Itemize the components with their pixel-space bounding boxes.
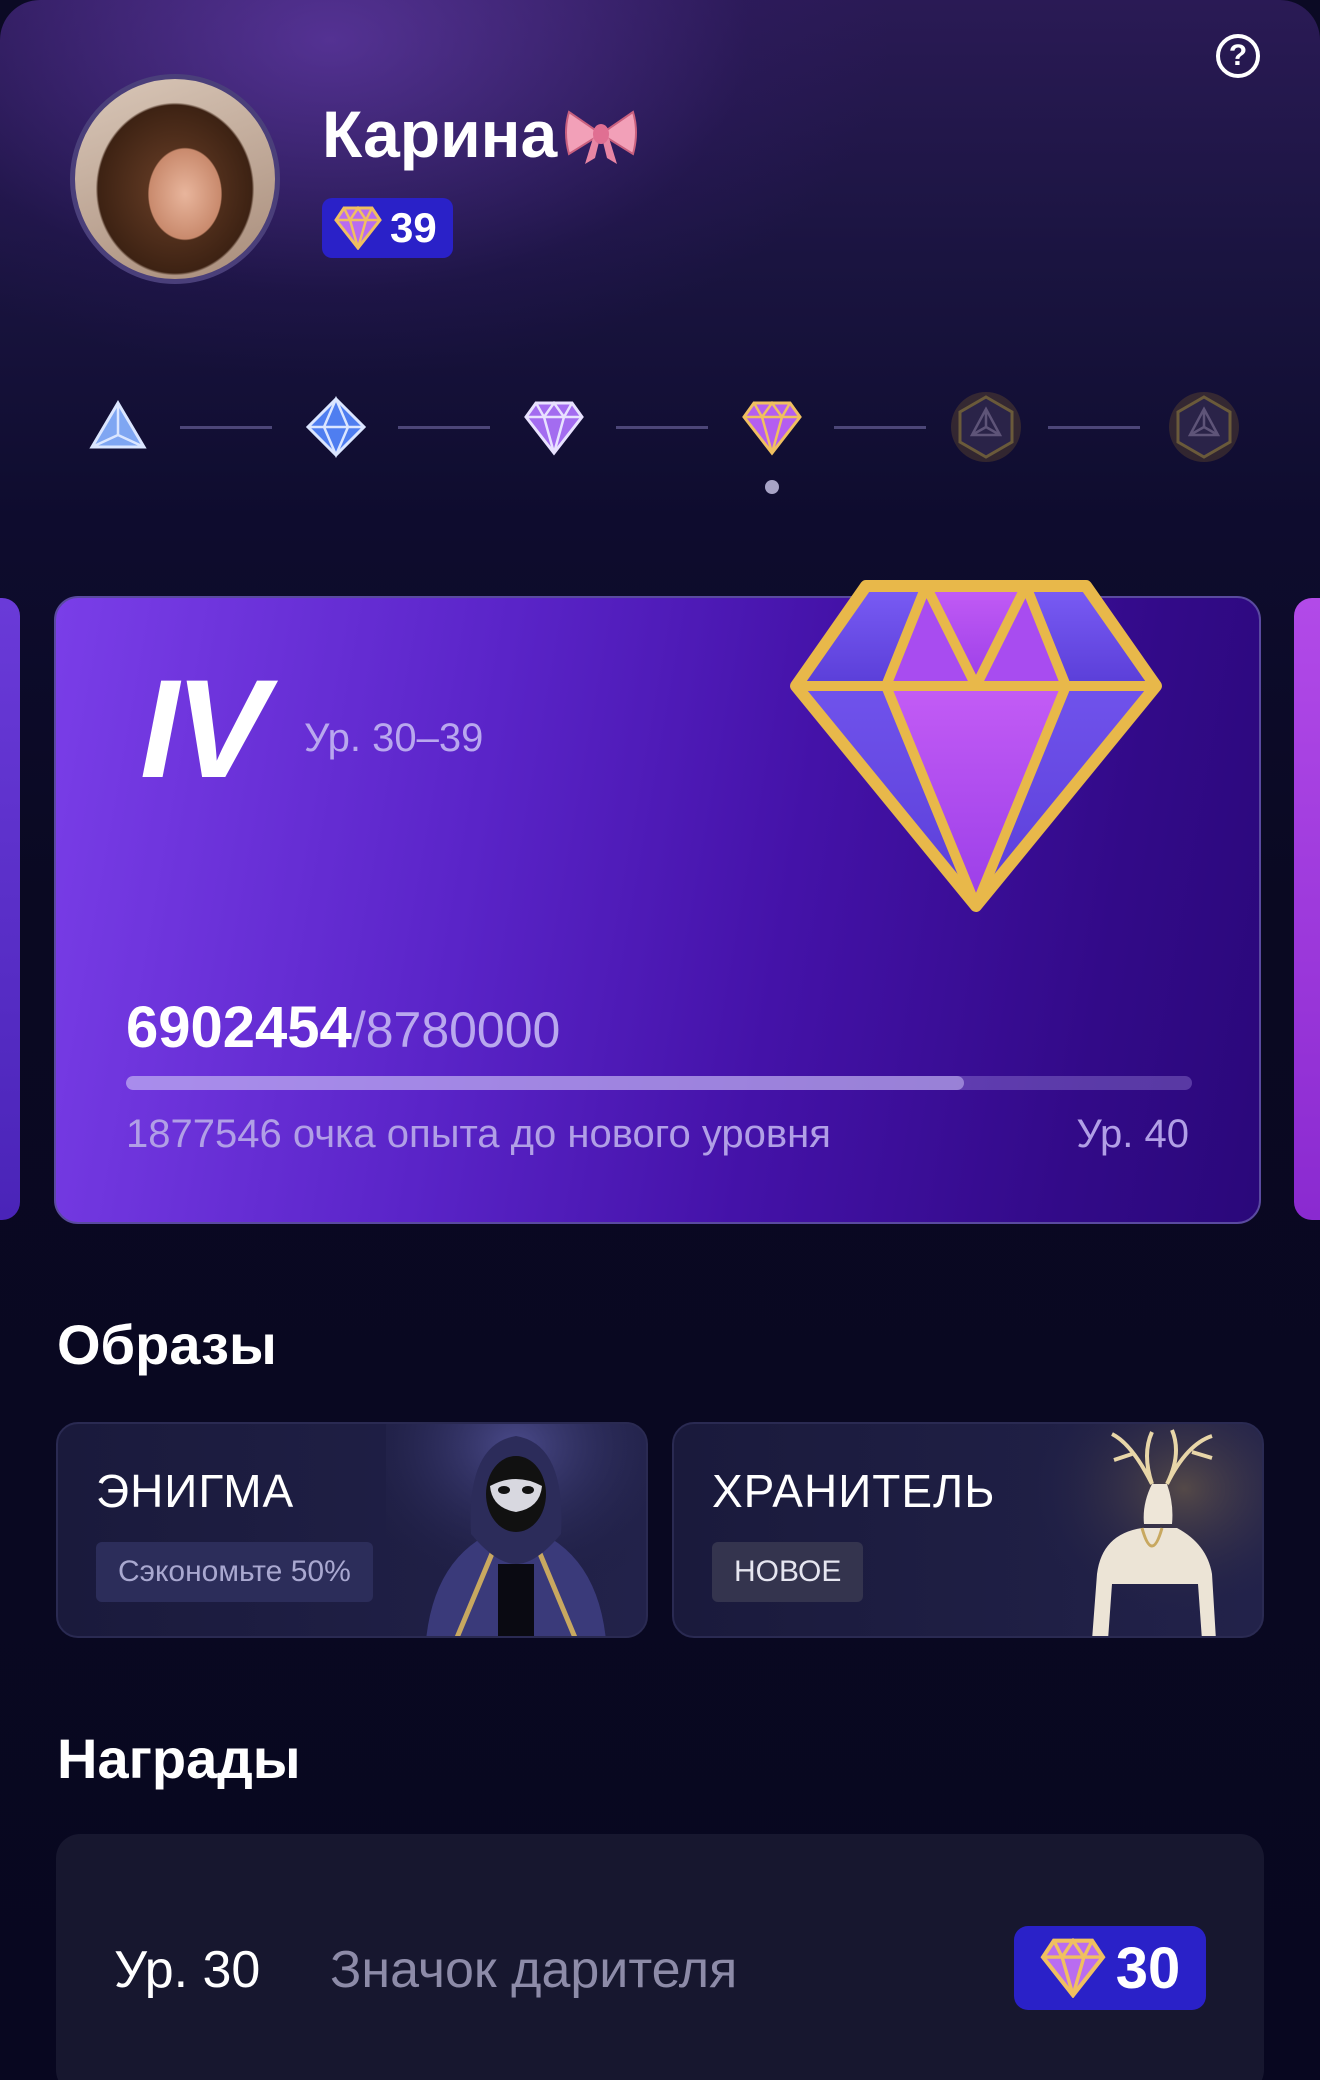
reward-badge-value: 30: [1115, 1935, 1181, 2001]
rhombus-gem-icon[interactable]: [304, 395, 368, 459]
next-level-label: Ур. 40: [1076, 1112, 1189, 1156]
look-name: ХРАНИТЕЛЬ: [712, 1465, 996, 1517]
gem-icon: [334, 206, 382, 250]
tier-connector: [616, 426, 708, 429]
current-tier-indicator: [765, 480, 779, 494]
xp-counter: 6902454/8780000: [126, 994, 560, 1061]
tier-numeral: IV: [140, 650, 268, 807]
diamond-icon: [790, 580, 1162, 912]
tier-track: [86, 392, 1246, 495]
look-card-keeper[interactable]: ХРАНИТЕЛЬ НОВОЕ: [672, 1422, 1264, 1638]
profile-name-text: Карина: [322, 97, 558, 171]
reward-item[interactable]: Ур. 30 Значок дарителя 30: [56, 1834, 1264, 2080]
deer-icon: [1002, 1424, 1262, 1636]
xp-current: 6902454: [126, 995, 352, 1060]
reward-level-badge: 30: [1014, 1926, 1206, 2010]
avatar[interactable]: [70, 74, 280, 284]
help-icon[interactable]: ?: [1216, 34, 1260, 78]
screen: ? Карина 39 IV Ур. 30–39 6902454/8780000…: [0, 0, 1320, 2080]
looks-section-title: Образы: [57, 1313, 277, 1376]
gold-diamond-icon[interactable]: [740, 395, 804, 459]
xp-total: /8780000: [351, 1002, 561, 1058]
locked-hexagon-icon[interactable]: [950, 391, 1022, 463]
triangle-gem-icon[interactable]: [86, 395, 150, 459]
xp-remaining-hint: 1877546 очка опыта до нового уровня: [126, 1112, 831, 1156]
tier-connector: [834, 426, 926, 429]
discount-badge: Сэкономьте 50%: [96, 1542, 373, 1602]
next-tier-card[interactable]: [1294, 598, 1320, 1220]
level-value: 39: [390, 204, 437, 251]
tier-connector: [1048, 426, 1140, 429]
reward-name: Значок дарителя: [330, 1941, 738, 1999]
hooded-figure-icon: [386, 1424, 646, 1636]
rewards-section-title: Награды: [57, 1727, 301, 1790]
look-card-enigma[interactable]: ЭНИГМА Сэкономьте 50%: [56, 1422, 648, 1638]
locked-hexagon-icon[interactable]: [1168, 391, 1240, 463]
xp-progress-fill: [126, 1076, 964, 1090]
tier-card[interactable]: IV Ур. 30–39 6902454/8780000 1877546 очк…: [54, 580, 1261, 1224]
tier-range: Ур. 30–39: [304, 716, 484, 760]
profile-name: Карина: [322, 96, 639, 172]
gem-icon: [1040, 1938, 1106, 1998]
xp-progress-bar: [126, 1076, 1192, 1090]
look-name: ЭНИГМА: [96, 1465, 295, 1517]
prev-tier-card[interactable]: [0, 598, 20, 1220]
level-badge: 39: [322, 198, 453, 258]
tier-connector: [180, 426, 272, 429]
reward-level: Ур. 30: [114, 1941, 261, 1999]
new-badge: НОВОЕ: [712, 1542, 864, 1602]
purple-diamond-icon[interactable]: [522, 395, 586, 459]
bow-icon: [565, 110, 638, 164]
tier-connector: [398, 426, 490, 429]
